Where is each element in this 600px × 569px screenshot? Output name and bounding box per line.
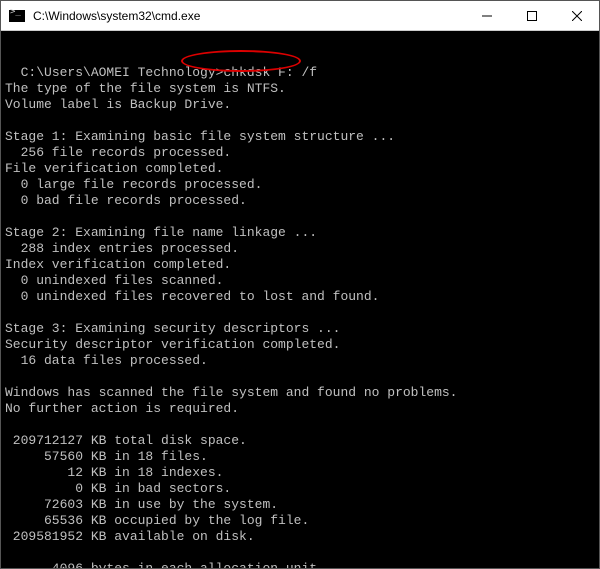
minimize-icon — [482, 11, 492, 21]
window-title: C:\Windows\system32\cmd.exe — [25, 9, 464, 23]
cmd-window: C:\Windows\system32\cmd.exe C:\Users\AOM… — [0, 0, 600, 569]
close-icon — [572, 11, 582, 21]
minimize-button[interactable] — [464, 1, 509, 30]
terminal-text: C:\Users\AOMEI Technology>chkdsk F: /f T… — [5, 65, 457, 568]
close-button[interactable] — [554, 1, 599, 30]
terminal-output[interactable]: C:\Users\AOMEI Technology>chkdsk F: /f T… — [1, 31, 599, 568]
cmd-icon — [9, 10, 25, 22]
maximize-button[interactable] — [509, 1, 554, 30]
maximize-icon — [527, 11, 537, 21]
window-controls — [464, 1, 599, 30]
titlebar[interactable]: C:\Windows\system32\cmd.exe — [1, 1, 599, 31]
